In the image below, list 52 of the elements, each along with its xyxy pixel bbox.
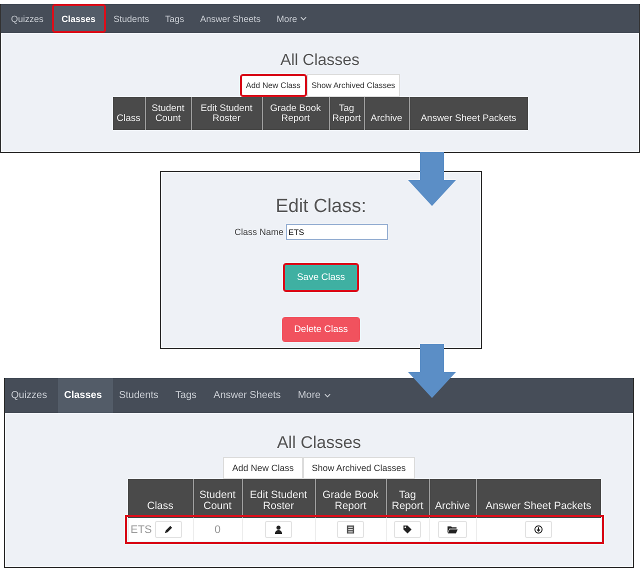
column-header: Edit Student Roster [242, 479, 315, 518]
column-header: Grade Book Report [262, 97, 329, 130]
nav-tab[interactable]: Students [112, 378, 170, 413]
column-header: Tag Report [386, 479, 429, 518]
packet-button[interactable] [525, 521, 552, 538]
folder-icon [447, 525, 458, 534]
action-button[interactable]: Add New Class [240, 74, 307, 97]
nav-tab[interactable]: Tags [157, 4, 192, 33]
nav-tab[interactable]: Classes [52, 4, 106, 33]
tag-icon [403, 525, 412, 534]
column-header: Edit Student Roster [191, 97, 262, 130]
action-button[interactable]: Add New Class [223, 457, 303, 479]
class-name: ETS [130, 524, 152, 536]
tag-button[interactable] [394, 521, 421, 538]
action-button[interactable]: Show Archived Classes [302, 457, 415, 479]
edit-button[interactable] [154, 521, 182, 538]
column-header: Student Count [193, 479, 242, 518]
column-header: Archive [429, 479, 476, 518]
action-button[interactable]: Show Archived Classes [306, 74, 400, 97]
column-header: Grade Book Report [315, 479, 386, 518]
circle-arrow-icon [534, 525, 543, 534]
column-header: Tag Report [329, 97, 364, 130]
nav-tab[interactable]: Students [106, 4, 158, 33]
nav-tab[interactable]: Quizzes [3, 4, 52, 33]
column-header: Answer Sheet Packets [409, 97, 528, 130]
nav-tab[interactable]: Quizzes [5, 378, 58, 413]
report-button[interactable] [337, 521, 364, 538]
field-label: Class Name [234, 227, 284, 237]
down-arrow-icon [408, 344, 456, 398]
person-icon [274, 525, 283, 534]
page-title: All Classes [280, 52, 360, 70]
column-header: Class [128, 479, 193, 518]
nav-tab[interactable]: Classes [58, 378, 113, 413]
column-header: Archive [364, 97, 409, 130]
down-arrow-icon [408, 152, 456, 206]
nav-tab[interactable]: Tags [169, 378, 208, 413]
archive-button[interactable] [438, 521, 467, 538]
nav-tab[interactable]: Answer Sheets [208, 378, 292, 413]
book-icon [346, 525, 355, 534]
column-header: Answer Sheet Packets [476, 479, 600, 518]
nav-tab[interactable]: More [268, 4, 316, 33]
nav-tab[interactable]: Answer Sheets [192, 4, 269, 33]
nav-tab[interactable]: More [292, 378, 342, 413]
page-title: All Classes [276, 433, 362, 453]
roster-button[interactable] [265, 521, 292, 538]
delete-button[interactable]: Delete Class [282, 317, 360, 342]
class-name-field[interactable]: ETS [286, 224, 388, 240]
column-header: Class [112, 97, 145, 130]
pencil-icon [164, 525, 173, 534]
student-count: 0 [214, 524, 221, 536]
dialog-title: Edit Class: [276, 196, 366, 218]
column-header: Student Count [145, 97, 191, 130]
